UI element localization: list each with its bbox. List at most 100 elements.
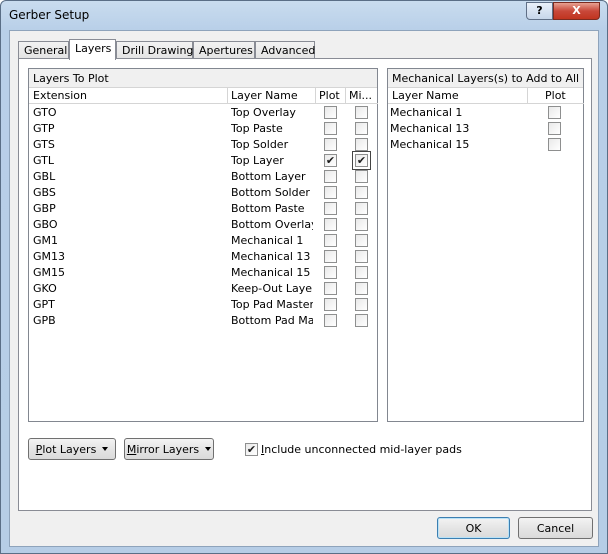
layer-row[interactable]: GTO Top Overlay <box>29 105 377 121</box>
layer-name: Bottom Paste <box>231 202 305 215</box>
mechanical-layer-name: Mechanical 13 <box>390 122 470 135</box>
layer-name: Bottom Overlay <box>231 218 313 231</box>
layer-row[interactable]: GM15 Mechanical 15 <box>29 265 377 281</box>
layer-mirror-checkbox[interactable] <box>355 250 368 263</box>
layer-plot-checkbox[interactable] <box>324 266 337 279</box>
layer-row[interactable]: GBP Bottom Paste <box>29 201 377 217</box>
layer-row[interactable]: GBS Bottom Solder <box>29 185 377 201</box>
mechanical-layer-plot-checkbox[interactable] <box>548 138 561 151</box>
plot-layers-label: lot Layers <box>42 443 97 456</box>
close-button[interactable]: X <box>553 2 600 20</box>
layer-extension: GPB <box>33 314 56 327</box>
layer-name: Mechanical 13 <box>231 250 311 263</box>
title-bar[interactable]: Gerber Setup ? X <box>1 1 607 29</box>
layer-name: Keep-Out Layer <box>231 282 313 295</box>
layer-mirror-checkbox[interactable] <box>355 122 368 135</box>
mechanical-layers-header: Mechanical Layers(s) to Add to All P... <box>388 69 583 88</box>
include-unconnected-label[interactable]: Include unconnected mid-layer pads <box>261 443 462 456</box>
layer-plot-checkbox[interactable] <box>324 314 337 327</box>
mechanical-layer-name: Mechanical 15 <box>390 138 470 151</box>
layer-name: Top Layer <box>231 154 284 167</box>
column-mech-plot[interactable]: Plot <box>527 88 584 104</box>
layer-plot-checkbox[interactable] <box>324 138 337 151</box>
layer-mirror-checkbox[interactable] <box>355 106 368 119</box>
layer-row[interactable]: GPT Top Pad Master <box>29 297 377 313</box>
cancel-button[interactable]: Cancel <box>518 517 593 539</box>
mirror-layers-dropdown[interactable]: Mirror Layers <box>124 438 214 460</box>
layer-row[interactable]: GBL Bottom Layer <box>29 169 377 185</box>
mechanical-layer-row[interactable]: Mechanical 13 <box>388 121 583 137</box>
layer-extension: GBS <box>33 186 56 199</box>
help-button[interactable]: ? <box>526 2 553 20</box>
dropdown-arrow-icon <box>205 447 212 451</box>
layers-tab-page: Layers To Plot Extension Layer Name Plot… <box>18 58 592 511</box>
mechanical-layer-plot-checkbox[interactable] <box>548 106 561 119</box>
mechanical-layer-plot-checkbox[interactable] <box>548 122 561 135</box>
layer-mirror-checkbox[interactable]: ✔ <box>352 151 371 170</box>
column-extension[interactable]: Extension <box>29 88 227 104</box>
layer-mirror-checkbox[interactable] <box>355 138 368 151</box>
layer-plot-checkbox[interactable] <box>324 250 337 263</box>
mechanical-layer-row[interactable]: Mechanical 1 <box>388 105 583 121</box>
column-mech-layer-name[interactable]: Layer Name <box>388 88 527 104</box>
layer-row[interactable]: GM1 Mechanical 1 <box>29 233 377 249</box>
mechanical-layer-row[interactable]: Mechanical 15 <box>388 137 583 153</box>
tab-drill-drawing[interactable]: Drill Drawing <box>116 41 193 59</box>
layer-mirror-checkbox[interactable] <box>355 314 368 327</box>
layer-mirror-checkbox[interactable] <box>355 202 368 215</box>
layer-extension: GM1 <box>33 234 59 247</box>
layer-mirror-checkbox[interactable] <box>355 282 368 295</box>
layer-plot-checkbox[interactable] <box>324 122 337 135</box>
layer-extension: GTL <box>33 154 54 167</box>
layer-plot-checkbox[interactable] <box>324 202 337 215</box>
layer-mirror-checkbox[interactable] <box>355 234 368 247</box>
layer-row[interactable]: GTL Top Layer ✔ ✔ <box>29 151 377 170</box>
tab-layers[interactable]: Layers <box>69 39 116 60</box>
layer-row[interactable]: GM13 Mechanical 13 <box>29 249 377 265</box>
layer-mirror-checkbox[interactable] <box>355 170 368 183</box>
layer-row[interactable]: GTS Top Solder <box>29 137 377 153</box>
layer-plot-checkbox[interactable]: ✔ <box>324 154 337 167</box>
layer-row[interactable]: GKO Keep-Out Layer <box>29 281 377 297</box>
column-plot[interactable]: Plot <box>315 88 345 104</box>
column-layer-name[interactable]: Layer Name <box>227 88 315 104</box>
layer-extension: GM13 <box>33 250 66 263</box>
layer-plot-checkbox[interactable] <box>324 298 337 311</box>
tab-advanced[interactable]: Advanced <box>255 41 315 59</box>
column-mirror[interactable]: Mi... <box>345 88 378 104</box>
layer-mirror-checkbox[interactable] <box>355 186 368 199</box>
mirror-layers-label: irror Layers <box>136 443 200 456</box>
layers-to-plot-header: Layers To Plot <box>29 69 377 88</box>
plot-layers-dropdown[interactable]: Plot Layers <box>28 438 116 460</box>
layer-row[interactable]: GBO Bottom Overlay <box>29 217 377 233</box>
layer-plot-checkbox[interactable] <box>324 218 337 231</box>
layer-plot-checkbox[interactable] <box>324 186 337 199</box>
ok-button[interactable]: OK <box>437 517 510 539</box>
layers-to-plot-panel: Layers To Plot Extension Layer Name Plot… <box>28 68 378 422</box>
include-unconnected-text: nclude unconnected mid-layer pads <box>264 443 462 456</box>
layer-plot-checkbox[interactable] <box>324 170 337 183</box>
tab-apertures[interactable]: Apertures <box>193 41 255 59</box>
layer-extension: GBO <box>33 218 58 231</box>
layer-row[interactable]: GTP Top Paste <box>29 121 377 137</box>
dropdown-arrow-icon <box>102 447 109 451</box>
mirror-layers-accel: M <box>126 443 137 456</box>
layer-mirror-checkbox[interactable] <box>355 298 368 311</box>
layer-row[interactable]: GPB Bottom Pad Mas <box>29 313 377 329</box>
layer-name: Mechanical 15 <box>231 266 311 279</box>
layer-mirror-checkbox[interactable] <box>355 266 368 279</box>
layer-extension: GTO <box>33 106 57 119</box>
layer-extension: GBL <box>33 170 56 183</box>
layer-extension: GKO <box>33 282 57 295</box>
layer-name: Bottom Layer <box>231 170 306 183</box>
layer-plot-checkbox[interactable] <box>324 106 337 119</box>
layer-name: Mechanical 1 <box>231 234 304 247</box>
layer-plot-checkbox[interactable] <box>324 282 337 295</box>
layer-name: Bottom Solder <box>231 186 310 199</box>
dialog-client: General Layers Drill Drawing Apertures A… <box>9 30 599 547</box>
layer-mirror-checkbox[interactable] <box>355 218 368 231</box>
gerber-setup-window: Gerber Setup ? X General Layers Drill Dr… <box>0 0 608 554</box>
include-unconnected-checkbox[interactable]: ✔ <box>245 443 258 456</box>
layer-plot-checkbox[interactable] <box>324 234 337 247</box>
tab-general[interactable]: General <box>18 41 69 59</box>
